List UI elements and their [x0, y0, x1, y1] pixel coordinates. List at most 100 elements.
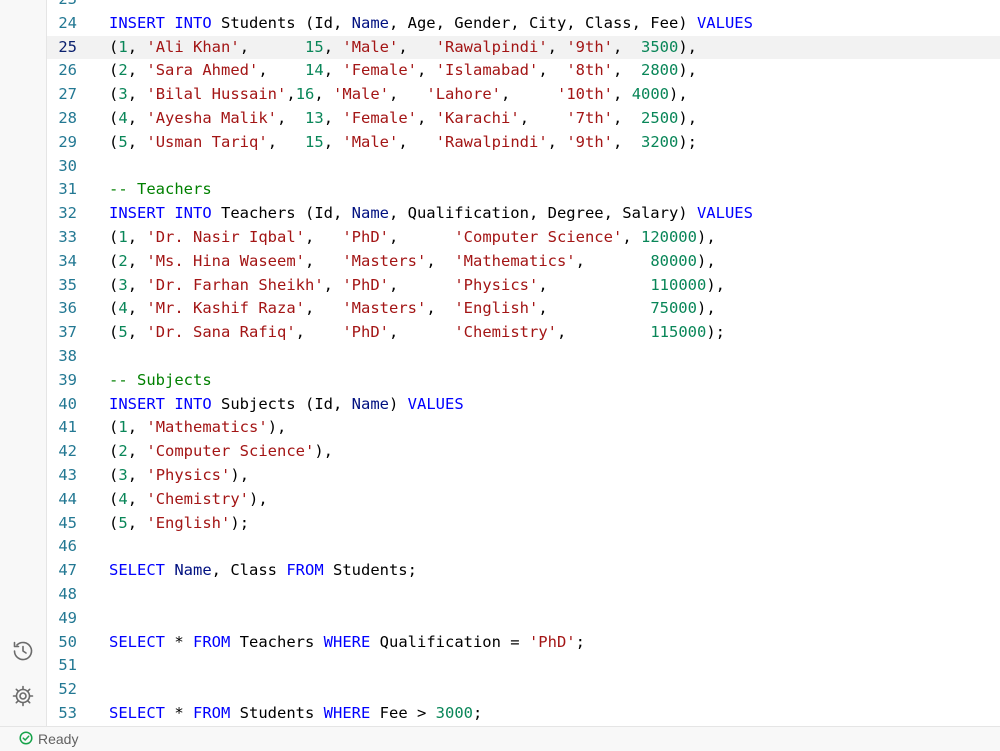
- code-token: 'Masters': [342, 251, 427, 270]
- code-token: INSERT INTO: [109, 204, 212, 223]
- line-number: 27: [58, 85, 77, 104]
- code-token: Name: [351, 394, 389, 413]
- code-line[interactable]: 43 (3, 'Physics'),: [47, 464, 1000, 488]
- code-line[interactable]: 25 (1, 'Ali Khan', 15, 'Male', 'Rawalpind…: [47, 35, 1000, 60]
- code-token: Students: [230, 704, 324, 722]
- code-token: 'Sara Ahmed': [146, 61, 259, 80]
- code-token: ): [678, 13, 697, 32]
- line-number: 31: [58, 180, 77, 199]
- code-token: 'Rawalpindi': [435, 37, 548, 56]
- code-token: ,: [417, 61, 436, 80]
- line-number: 25: [58, 37, 77, 56]
- code-token: FROM: [193, 632, 231, 651]
- code-token: , Age, Gender, City, Class, Fee: [388, 13, 679, 32]
- code-line[interactable]: 44 (4, 'Chemistry'),: [47, 488, 1000, 512]
- code-line[interactable]: 33 (1, 'Dr. Nasir Iqbal', 'PhD', 'Compute…: [47, 226, 1000, 250]
- line-number: 24: [58, 13, 77, 32]
- code-token: ,: [538, 275, 651, 294]
- code-line[interactable]: 31 -- Teachers: [47, 178, 1000, 202]
- code-line[interactable]: 38: [47, 345, 1000, 369]
- code-text: SELECT Name, Class FROM Students;: [109, 559, 417, 583]
- code-line[interactable]: 53 SELECT * FROM Students WHERE Fee > 300…: [47, 702, 1000, 726]
- history-icon[interactable]: [8, 636, 38, 666]
- code-text: (2, 'Ms. Hina Waseem', 'Masters', 'Mathe…: [109, 250, 716, 274]
- code-line[interactable]: 34 (2, 'Ms. Hina Waseem', 'Masters', 'Mat…: [47, 250, 1000, 274]
- line-number: 48: [58, 585, 77, 603]
- code-token: 2: [118, 442, 128, 461]
- line-number: 30: [58, 156, 77, 175]
- code-line[interactable]: 24 INSERT INTO Students (Id, Name, Age, G…: [47, 12, 1000, 36]
- code-editor[interactable]: 2324INSERT INTO Students (Id, Name, Age,…: [47, 0, 1000, 726]
- code-line[interactable]: 36 (4, 'Mr. Kashif Raza', 'Masters', 'Eng…: [47, 297, 1000, 321]
- line-number: 46: [58, 537, 77, 556]
- code-token: ,: [613, 109, 642, 127]
- code-line[interactable]: 46: [47, 535, 1000, 559]
- code-line[interactable]: 40 INSERT INTO Subjects (Id, Name) VALUES: [47, 393, 1000, 417]
- code-line[interactable]: 23: [47, 0, 1000, 12]
- code-token: 1: [118, 228, 128, 246]
- code-token: 'Bilal Hussain': [146, 85, 287, 104]
- code-line[interactable]: 39 -- Subjects: [47, 369, 1000, 393]
- code-token: 1: [118, 37, 128, 56]
- code-token: ,: [277, 109, 306, 127]
- code-line[interactable]: 51: [47, 654, 1000, 678]
- code-token: ,: [389, 275, 455, 294]
- code-token: ,: [127, 323, 147, 342]
- code-token: ),: [267, 418, 287, 437]
- code-token: ,: [398, 37, 436, 56]
- code-token: ,: [127, 418, 147, 437]
- code-text: (5, 'English');: [109, 512, 249, 536]
- code-token: 'Ali Khan': [146, 37, 240, 56]
- code-line[interactable]: 45 (5, 'English');: [47, 512, 1000, 536]
- code-text: (4, 'Ayesha Malik', 13, 'Female', 'Karac…: [109, 107, 697, 131]
- code-line[interactable]: 48: [47, 583, 1000, 607]
- code-token: 15: [305, 132, 324, 151]
- line-number: 38: [58, 347, 77, 365]
- code-line[interactable]: 28 (4, 'Ayesha Malik', 13, 'Female', 'Kar…: [47, 107, 1000, 131]
- code-token: ,: [519, 109, 567, 127]
- code-line[interactable]: 26 (2, 'Sara Ahmed', 14, 'Female', 'Islam…: [47, 59, 1000, 83]
- code-token: ,: [127, 489, 147, 508]
- code-text: (1, 'Mathematics'),: [109, 416, 286, 440]
- gear-icon[interactable]: [8, 681, 38, 711]
- code-token: '9th': [566, 132, 614, 151]
- code-text: (5, 'Dr. Sana Rafiq', 'PhD', 'Chemistry'…: [109, 321, 725, 345]
- code-token: ),: [678, 109, 698, 127]
- code-line[interactable]: 35 (3, 'Dr. Farhan Sheikh', 'PhD', 'Physi…: [47, 274, 1000, 298]
- status-ready[interactable]: Ready: [19, 730, 78, 748]
- code-token: (: [109, 323, 119, 342]
- code-line[interactable]: 49: [47, 607, 1000, 631]
- code-token: 3200: [641, 132, 679, 151]
- code-line[interactable]: 52: [47, 678, 1000, 702]
- code-token: ),: [696, 299, 716, 318]
- code-token: 3000: [435, 704, 473, 722]
- code-line[interactable]: 42 (2, 'Computer Science'),: [47, 440, 1000, 464]
- code-text: INSERT INTO Students (Id, Name, Age, Gen…: [109, 12, 753, 36]
- code-token: ,: [613, 37, 642, 56]
- code-line[interactable]: 30: [47, 155, 1000, 179]
- code-token: Students;: [323, 561, 417, 580]
- code-token: ,: [127, 61, 147, 80]
- code-token: 3500: [641, 37, 679, 56]
- code-token: (: [109, 251, 119, 270]
- code-line[interactable]: 29 (5, 'Usman Tariq', 15, 'Male', 'Rawalp…: [47, 131, 1000, 155]
- code-line[interactable]: 37 (5, 'Dr. Sana Rafiq', 'PhD', 'Chemistr…: [47, 321, 1000, 345]
- code-token: Name: [351, 204, 389, 223]
- code-token: );: [678, 132, 698, 151]
- line-number: 33: [58, 228, 77, 246]
- line-number: 52: [58, 680, 77, 699]
- code-token: (: [304, 394, 315, 413]
- code-line[interactable]: 50 SELECT * FROM Teachers WHERE Qualifica…: [47, 631, 1000, 655]
- code-token: 'Rawalpindi': [435, 132, 548, 151]
- code-line[interactable]: 27 (3, 'Bilal Hussain',16, 'Male', 'Lahor…: [47, 83, 1000, 107]
- code-token: ),: [669, 85, 688, 104]
- code-line[interactable]: 47 SELECT Name, Class FROM Students;: [47, 559, 1000, 583]
- code-token: 4: [118, 109, 128, 127]
- code-line[interactable]: 32 INSERT INTO Teachers (Id, Name, Qualif…: [47, 202, 1000, 226]
- code-token: *: [165, 632, 193, 651]
- code-token: ,: [127, 85, 147, 104]
- code-token: SELECT: [109, 704, 165, 722]
- code-token: ,: [323, 61, 343, 80]
- code-token: 2800: [641, 61, 679, 80]
- code-line[interactable]: 41 (1, 'Mathematics'),: [47, 416, 1000, 440]
